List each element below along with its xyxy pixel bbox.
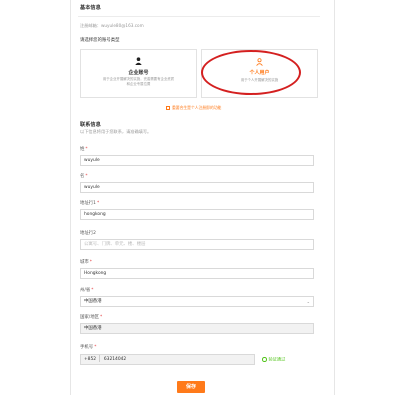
chevron-down-icon: ⌄ (306, 299, 310, 304)
address2-input[interactable]: 公寓号、门牌、单元、楼、楼层 (80, 239, 314, 250)
account-type-prompt: 请选择您的账号类型 (80, 38, 120, 43)
enterprise-card-title: 企业账号 (128, 70, 149, 76)
verify-text: 验证通过 (268, 356, 286, 362)
first-name-input[interactable]: wuyule (80, 182, 314, 193)
phone-label: 手机号* (80, 345, 97, 350)
last-name-label: 姓* (80, 147, 88, 152)
check-circle-icon (262, 357, 267, 362)
email-label: 注册邮箱： (80, 23, 101, 28)
first-name-label: 名* (80, 174, 88, 179)
email-row: 注册邮箱：wuyule80@163.com (80, 23, 144, 28)
enterprise-card-desc-1: 用于企业开展解决的实施，完善需要有企业资质 (102, 77, 175, 81)
info-icon (166, 106, 170, 110)
section-title-contact: 联系信息 (80, 122, 101, 128)
phone-field: +852 63214042 (80, 354, 255, 365)
address1-label: 地址行1* (80, 201, 100, 206)
address2-label: 地址行2 (80, 231, 96, 236)
save-button[interactable]: 保存 (177, 381, 205, 393)
phone-verified: 验证通过 (262, 357, 285, 362)
address1-input[interactable]: hongkong (80, 209, 314, 220)
enterprise-card-desc-2: 和企业专属位置 (126, 82, 151, 86)
phone-prefix: +852 (84, 357, 97, 362)
country-label: 国家/地区* (80, 315, 103, 320)
section-subtitle-contact: 以下信息将用于您联系，请准确填写。 (80, 129, 152, 134)
account-type-note-text: 重要合生是个人注册即的功能 (172, 105, 222, 110)
province-label: 州/省* (80, 288, 94, 293)
divider (99, 355, 101, 362)
person-icon (135, 57, 142, 65)
city-label: 城市* (80, 260, 92, 265)
annotation-circle (201, 50, 301, 95)
enterprise-account-card[interactable]: 企业账号 用于企业开展解决的实施，完善需要有企业资质 和企业专属位置 (80, 49, 197, 98)
divider (78, 16, 320, 17)
province-select[interactable]: 中国香港 ⌄ (80, 296, 314, 307)
account-type-note: 重要合生是个人注册即的功能 (166, 106, 221, 110)
last-name-input[interactable]: wuyule (80, 155, 314, 166)
phone-value: 63214042 (103, 357, 127, 362)
province-value: 中国香港 (84, 299, 102, 304)
section-title-basic: 基本信息 (80, 5, 101, 11)
country-field: 中国香港 (80, 323, 314, 334)
city-input[interactable]: Hongkong (80, 268, 314, 279)
email-value: wuyule80@163.com (100, 23, 144, 28)
